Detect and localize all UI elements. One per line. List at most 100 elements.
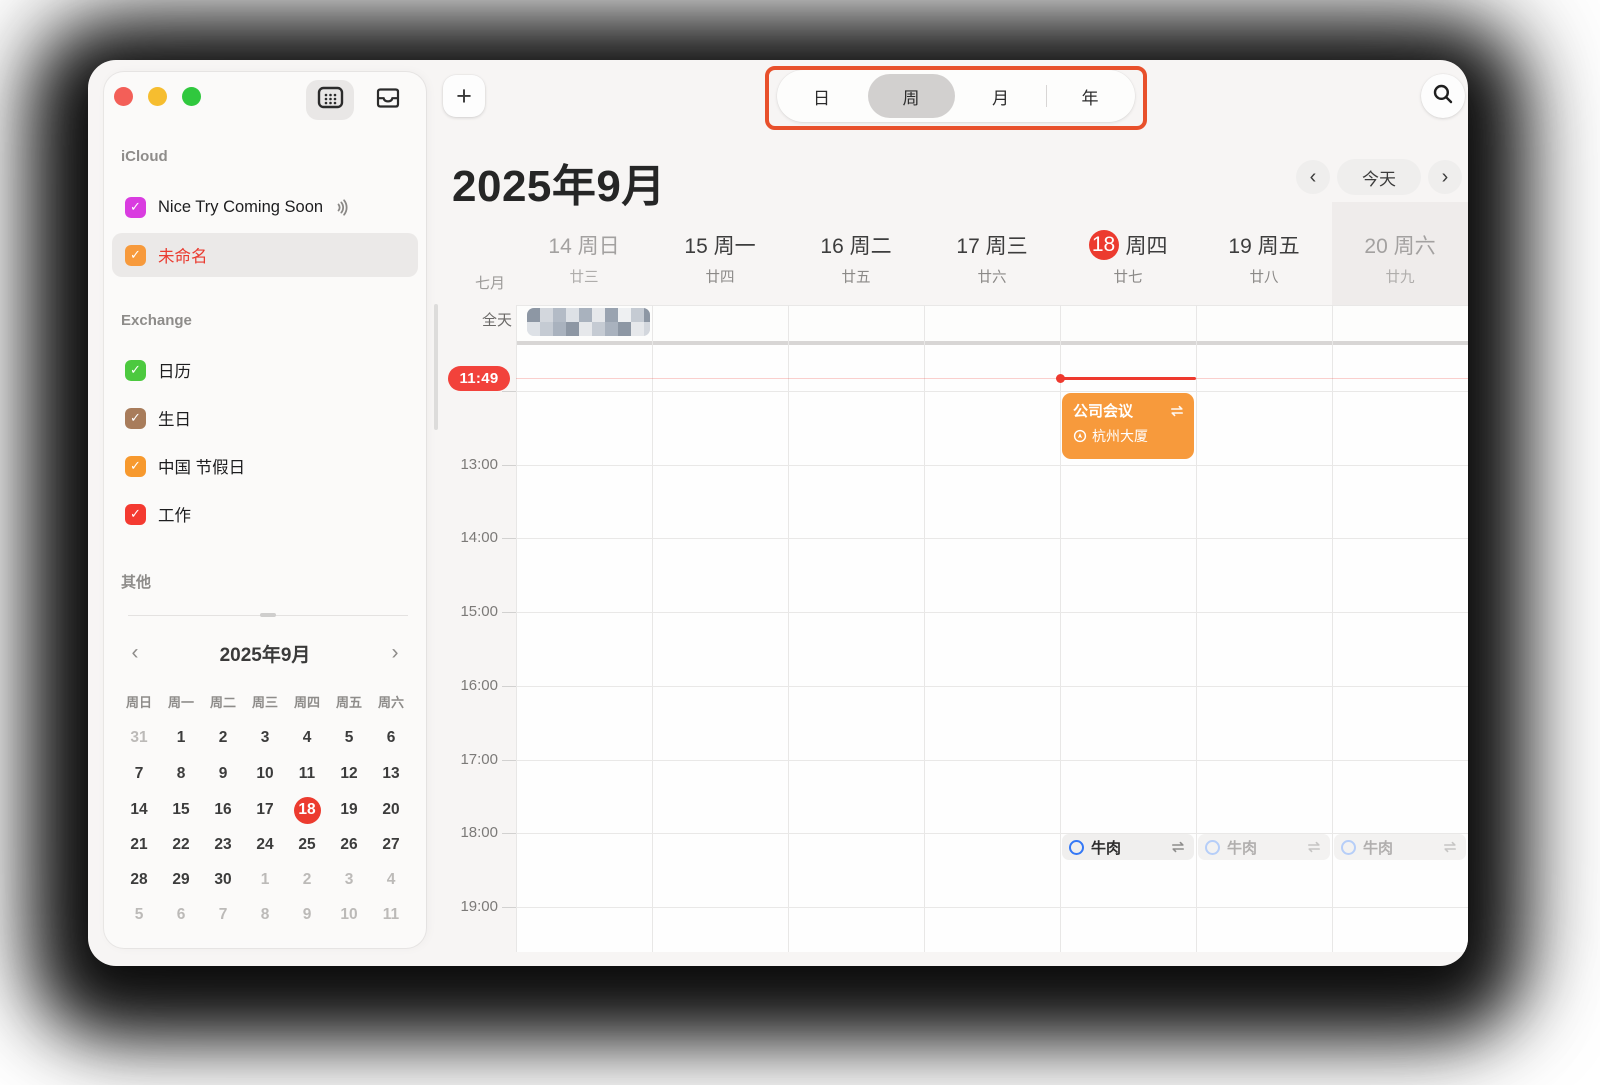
mini-calendar-prev-button[interactable]: ‹	[118, 641, 152, 665]
mini-calendar-day[interactable]: 22	[160, 828, 202, 862]
day-lunar-label: 廿七	[1114, 266, 1143, 287]
mini-calendar-day[interactable]: 14	[118, 793, 160, 827]
day-column-line	[1332, 305, 1333, 952]
mini-calendar-day[interactable]: 2	[286, 863, 328, 897]
next-week-button[interactable]: ›	[1428, 160, 1462, 194]
mini-calendar-day[interactable]: 16	[202, 793, 244, 827]
inbox-toggle-button[interactable]	[364, 80, 412, 120]
calendar-checkbox[interactable]	[125, 504, 146, 525]
reminder-checkbox[interactable]	[1341, 840, 1356, 855]
prev-week-button[interactable]: ‹	[1296, 160, 1330, 194]
today-button[interactable]: 今天	[1337, 159, 1421, 195]
sidebar-calendar-item[interactable]: 工作	[112, 492, 418, 536]
mini-calendar-day[interactable]: 20	[370, 793, 412, 827]
location-icon	[1073, 429, 1087, 443]
event-block[interactable]: 公司会议杭州大厦	[1062, 393, 1194, 459]
mini-calendar-day[interactable]: 26	[328, 828, 370, 862]
calendar-checkbox[interactable]	[125, 360, 146, 381]
reminder-checkbox[interactable]	[1205, 840, 1220, 855]
mini-calendar-row: 78910111213	[118, 757, 412, 791]
sidebar-calendar-item[interactable]: 中国 节假日	[112, 444, 418, 488]
mini-calendar-next-button[interactable]: ›	[378, 641, 412, 665]
day-header[interactable]: 16 周二廿五	[788, 228, 924, 300]
reminder-checkbox[interactable]	[1069, 840, 1084, 855]
mini-calendar-day[interactable]: 1	[160, 721, 202, 755]
mini-calendar-day[interactable]: 31	[118, 721, 160, 755]
mini-calendar-day[interactable]: 3	[244, 721, 286, 755]
calendar-checkbox[interactable]	[125, 456, 146, 477]
mini-calendar-day[interactable]: 11	[286, 757, 328, 791]
mini-calendar-day[interactable]: 2	[202, 721, 244, 755]
minimize-window-button[interactable]	[148, 87, 167, 106]
mini-calendar-day[interactable]: 1	[244, 863, 286, 897]
mini-calendar-day[interactable]: 24	[244, 828, 286, 862]
mini-calendar-day[interactable]: 4	[370, 863, 412, 897]
reminder-block[interactable]: 牛肉	[1198, 834, 1330, 860]
hour-tick	[502, 538, 516, 539]
close-window-button[interactable]	[114, 87, 133, 106]
mini-calendar-day[interactable]: 8	[160, 757, 202, 791]
mini-calendar-day[interactable]: 6	[160, 898, 202, 932]
mini-calendar-day[interactable]: 4	[286, 721, 328, 755]
mini-calendar-day[interactable]: 7	[118, 757, 160, 791]
hour-label: 13:00	[388, 456, 498, 473]
mini-calendar-day[interactable]: 18	[286, 793, 328, 827]
mini-calendar-day[interactable]: 10	[244, 757, 286, 791]
day-header[interactable]: 17 周三廿六	[924, 228, 1060, 300]
day-header[interactable]: 15 周一廿四	[652, 228, 788, 300]
day-header[interactable]: 14 周日廿三	[516, 228, 652, 300]
reminder-block[interactable]: 牛肉	[1334, 834, 1466, 860]
sidebar-calendar-item[interactable]: 未命名	[112, 233, 418, 277]
day-header[interactable]: 19 周五廿八	[1196, 228, 1332, 300]
reminder-block[interactable]: 牛肉	[1062, 834, 1194, 860]
mini-calendar-day[interactable]: 9	[202, 757, 244, 791]
sidebar-divider[interactable]	[128, 615, 408, 616]
reminder-title: 牛肉	[1363, 837, 1435, 858]
mini-calendar-day[interactable]: 15	[160, 793, 202, 827]
mini-calendar-today: 18	[294, 797, 321, 824]
mini-calendar-day[interactable]: 17	[244, 793, 286, 827]
calendar-panel-toggle-button[interactable]	[306, 80, 354, 120]
mini-calendar-day[interactable]: 12	[328, 757, 370, 791]
search-button[interactable]	[1421, 74, 1465, 118]
week-time-grid[interactable]: 13:0014:0015:0016:0017:0018:0019:0011:49…	[516, 345, 1468, 952]
mini-calendar-day[interactable]: 7	[202, 898, 244, 932]
mini-calendar-day[interactable]: 25	[286, 828, 328, 862]
day-header[interactable]: 20 周六廿九	[1332, 228, 1468, 300]
mini-calendar-day[interactable]: 8	[244, 898, 286, 932]
sidebar-calendar-item[interactable]: Nice Try Coming Soon	[112, 185, 418, 229]
sidebar-section-title: iCloud	[121, 148, 168, 165]
sidebar-calendar-item[interactable]: 日历	[112, 348, 418, 392]
redacted-allday-event[interactable]	[527, 308, 650, 336]
mini-calendar-day[interactable]: 23	[202, 828, 244, 862]
mini-calendar-day[interactable]: 30	[202, 863, 244, 897]
day-number-weekday: 19 周五	[1228, 228, 1299, 262]
hour-tick	[502, 686, 516, 687]
calendar-checkbox[interactable]	[125, 245, 146, 266]
day-header[interactable]: 18周四廿七	[1060, 228, 1196, 300]
mini-calendar-day[interactable]: 5	[118, 898, 160, 932]
screenshot-stage: iCloudNice Try Coming Soon未命名Exchange日历生…	[0, 0, 1600, 1085]
calendar-checkbox[interactable]	[125, 408, 146, 429]
calendar-checkbox[interactable]	[125, 197, 146, 218]
sidebar-calendar-item[interactable]: 生日	[112, 396, 418, 440]
mini-calendar-day[interactable]: 9	[286, 898, 328, 932]
view-tab-月[interactable]: 月	[956, 70, 1045, 122]
day-number-weekday: 18周四	[1089, 228, 1168, 262]
mini-calendar-day[interactable]: 5	[328, 721, 370, 755]
mini-calendar-day[interactable]: 10	[328, 898, 370, 932]
zoom-window-button[interactable]	[182, 87, 201, 106]
add-event-button[interactable]: +	[443, 75, 485, 117]
mini-calendar-day[interactable]: 21	[118, 828, 160, 862]
view-tab-周[interactable]: 周	[867, 70, 956, 122]
view-tab-日[interactable]: 日	[777, 70, 866, 122]
recurring-icon	[1169, 404, 1185, 418]
mini-calendar-day[interactable]: 28	[118, 863, 160, 897]
mini-calendar-day[interactable]: 19	[328, 793, 370, 827]
hour-tick	[502, 760, 516, 761]
mini-calendar-day[interactable]: 29	[160, 863, 202, 897]
mini-calendar-title: 2025年9月	[220, 640, 311, 667]
view-tab-年[interactable]: 年	[1046, 70, 1135, 122]
allday-row	[516, 305, 1468, 341]
mini-calendar-day[interactable]: 3	[328, 863, 370, 897]
